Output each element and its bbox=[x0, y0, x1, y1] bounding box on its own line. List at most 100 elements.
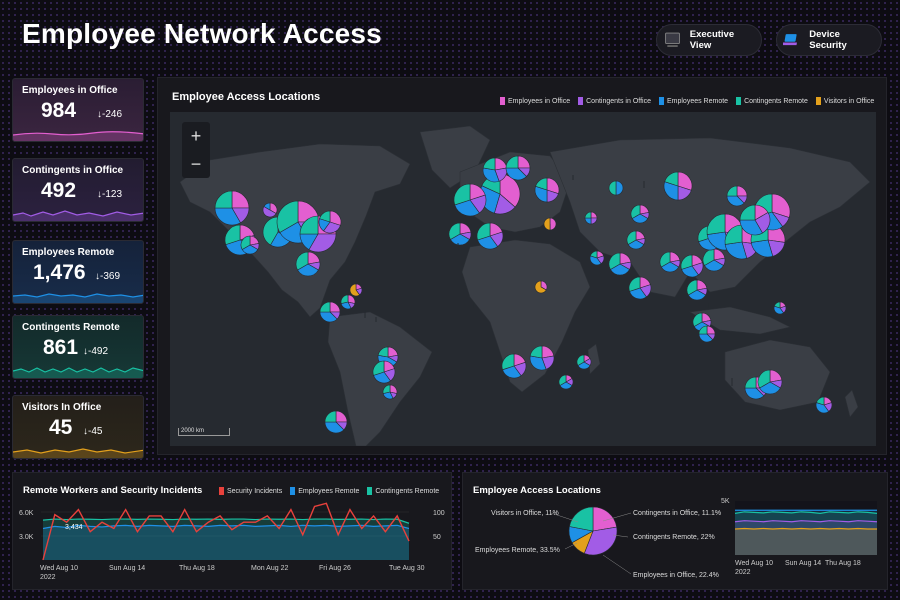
kpi-label: Contingents Remote bbox=[22, 322, 120, 333]
location-pie-marker[interactable] bbox=[608, 252, 632, 276]
executive-view-label: Executive View bbox=[689, 29, 735, 51]
location-pie-marker[interactable] bbox=[576, 354, 592, 370]
location-pie-marker[interactable] bbox=[698, 325, 716, 343]
access-chart[interactable]: Visitors in Office, 11% Contingents in O… bbox=[463, 473, 889, 591]
location-pie-marker[interactable] bbox=[476, 222, 504, 250]
kpi-label: Visitors In Office bbox=[22, 402, 102, 413]
legend-item: Employees Remote bbox=[658, 97, 728, 105]
location-pie-marker[interactable] bbox=[757, 369, 783, 395]
location-pie-marker[interactable] bbox=[319, 301, 341, 323]
location-pie-marker[interactable] bbox=[773, 301, 787, 315]
location-pie-marker[interactable] bbox=[589, 250, 605, 266]
pie-label: Contingents in Office, 11.1% bbox=[633, 510, 721, 517]
pie-slice bbox=[340, 294, 349, 304]
location-pie-marker[interactable] bbox=[680, 254, 704, 278]
y-left-tick: 6.0K bbox=[19, 510, 34, 517]
pie-slice bbox=[329, 301, 341, 313]
pie-slice bbox=[569, 506, 594, 532]
location-pie-marker[interactable] bbox=[534, 177, 560, 203]
incidents-chart[interactable]: 6.0K 3.0K 100 50 3,434 Wed Aug 10 2022 S… bbox=[13, 473, 453, 591]
map-scale-bar: 2000 km bbox=[178, 428, 230, 436]
kpi-label: Employees Remote bbox=[22, 247, 115, 258]
location-pie-marker[interactable] bbox=[534, 280, 548, 294]
legend-swatch bbox=[736, 97, 742, 105]
kpi-sparkline bbox=[13, 293, 143, 303]
series-area bbox=[43, 525, 409, 560]
pie-label: Employees Remote, 33.5% bbox=[475, 547, 560, 554]
map-panel: Employee Access Locations Employees in O… bbox=[157, 77, 887, 455]
location-pie-marker[interactable] bbox=[501, 353, 527, 379]
location-pie-marker[interactable] bbox=[630, 204, 650, 224]
location-pie-marker[interactable] bbox=[663, 171, 693, 201]
location-pie-marker[interactable] bbox=[815, 396, 833, 414]
x-tick: Tue Aug 30 bbox=[389, 565, 425, 572]
monitor-icon bbox=[665, 32, 680, 47]
kpi-visitors-in-office: Visitors In Office 45 ↓-45 bbox=[12, 395, 144, 459]
location-pie-marker[interactable] bbox=[262, 202, 278, 218]
location-pie-marker[interactable] bbox=[382, 384, 398, 400]
location-pie-marker[interactable] bbox=[349, 283, 363, 297]
device-security-button[interactable]: Device Security bbox=[776, 24, 882, 56]
map-title: Employee Access Locations bbox=[172, 91, 321, 103]
x-tick: Thu Aug 18 bbox=[179, 565, 215, 572]
kpi-sparkline bbox=[13, 210, 143, 221]
location-pie-marker[interactable] bbox=[295, 251, 321, 277]
y-right-tick: 100 bbox=[433, 510, 445, 517]
pie-label: Employees in Office, 22.4% bbox=[633, 572, 719, 579]
kpi-contingents-remote: Contingents Remote 861 ↓-492 bbox=[12, 315, 144, 379]
location-pie-marker[interactable] bbox=[453, 183, 487, 217]
mini-x-tick: Wed Aug 10 bbox=[735, 560, 773, 567]
legend-item: Contingents Remote bbox=[736, 97, 808, 105]
location-pie-marker[interactable] bbox=[739, 204, 771, 236]
pie-slice bbox=[549, 217, 557, 231]
legend-item: Visitors in Office bbox=[815, 97, 874, 105]
kpi-sparkline bbox=[13, 367, 143, 378]
location-pie-marker[interactable] bbox=[372, 360, 396, 384]
mini-series-area bbox=[735, 528, 877, 555]
location-pie-marker[interactable] bbox=[529, 345, 555, 371]
world-map[interactable]: + − 2000 km bbox=[170, 112, 876, 446]
kpi-label: Employees in Office bbox=[22, 85, 118, 96]
location-pie-marker[interactable] bbox=[448, 222, 472, 246]
location-pie-marker[interactable] bbox=[686, 279, 708, 301]
x-tick: Wed Aug 10 bbox=[40, 565, 78, 572]
location-pie-marker[interactable] bbox=[558, 374, 574, 390]
location-pie-marker[interactable] bbox=[340, 294, 356, 310]
kpi-sparkline bbox=[13, 131, 143, 141]
x-tick-sub: 2022 bbox=[40, 574, 56, 581]
pie-slice bbox=[706, 325, 716, 335]
zoom-out-button[interactable]: − bbox=[182, 150, 210, 178]
peak-annotation: 3,434 bbox=[65, 524, 83, 531]
location-pie-marker[interactable] bbox=[324, 410, 348, 434]
location-pie-marker[interactable] bbox=[214, 190, 250, 226]
location-pie-marker[interactable] bbox=[482, 157, 508, 183]
incidents-panel: Remote Workers and Security Incidents Se… bbox=[12, 472, 452, 590]
location-pie-marker[interactable] bbox=[628, 276, 652, 300]
location-pie-marker[interactable] bbox=[626, 230, 646, 250]
location-pie-marker[interactable] bbox=[543, 217, 557, 231]
location-pie-marker[interactable] bbox=[659, 251, 681, 273]
location-pie-marker[interactable] bbox=[240, 235, 260, 255]
device-security-label: Device Security bbox=[809, 29, 847, 51]
location-pie-marker[interactable] bbox=[726, 185, 748, 207]
legend-swatch bbox=[658, 97, 664, 105]
legend-item: Employees in Office bbox=[500, 97, 570, 105]
x-tick: Sun Aug 14 bbox=[109, 565, 145, 572]
y-right-tick: 50 bbox=[433, 534, 441, 541]
executive-view-button[interactable]: Executive View bbox=[656, 24, 762, 56]
world-map-canvas[interactable] bbox=[170, 112, 876, 446]
x-tick: Mon Aug 22 bbox=[251, 565, 288, 572]
mini-x-tick-sub: 2022 bbox=[735, 569, 751, 576]
pie-label: Visitors in Office, 11% bbox=[491, 510, 559, 517]
access-pie bbox=[568, 506, 618, 556]
location-pie-marker[interactable] bbox=[608, 180, 624, 196]
location-pie-marker[interactable] bbox=[318, 210, 342, 234]
location-pie-marker[interactable] bbox=[702, 248, 726, 272]
location-pie-marker[interactable] bbox=[505, 155, 531, 181]
legend-swatch bbox=[578, 97, 584, 105]
pie-slice bbox=[335, 410, 348, 423]
zoom-in-button[interactable]: + bbox=[182, 122, 210, 150]
y-left-tick: 3.0K bbox=[19, 534, 34, 541]
location-pie-marker[interactable] bbox=[584, 211, 598, 225]
kpi-employees-in-office: Employees in Office 984 ↓-246 bbox=[12, 78, 144, 142]
